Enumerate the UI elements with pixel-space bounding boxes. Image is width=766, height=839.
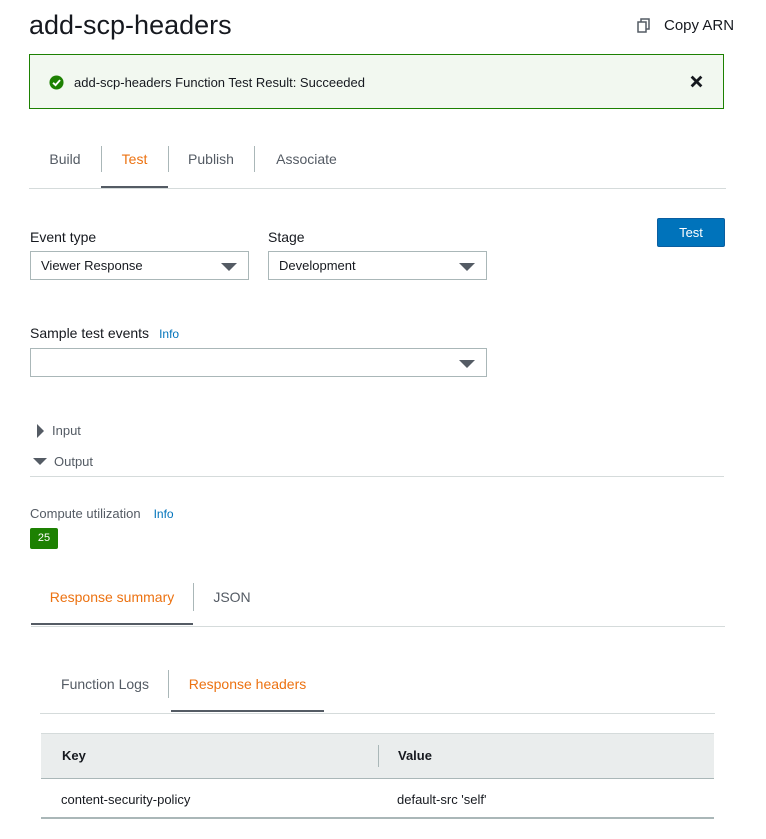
sample-events-label: Sample test events [30,325,150,341]
caret-right-icon [37,423,44,438]
copy-arn-button[interactable]: Copy ARN [636,14,734,36]
caret-down-icon [459,263,475,271]
caret-down-icon [459,360,475,368]
event-type-select[interactable]: Viewer Response [30,251,249,280]
page-title: add-scp-headers [29,10,232,40]
stage-label: Stage [268,229,305,245]
caret-down-icon [221,263,237,271]
compute-info-link[interactable]: Info [154,507,174,521]
test-button[interactable]: Test [657,218,725,247]
copy-icon [637,18,650,33]
output-expander[interactable]: Output [30,453,93,470]
input-expander[interactable]: Input [30,422,81,439]
tab-response-headers[interactable]: Response headers [171,662,324,712]
sample-events-select[interactable] [30,348,487,377]
column-header-value: Value [398,748,432,763]
stage-value: Development [279,258,356,273]
tab-test[interactable]: Test [101,138,168,188]
header-key-cell: content-security-policy [61,792,191,807]
header-value-cell: default-src 'self' [397,792,487,807]
compute-label-row: Compute utilization Info [30,506,174,521]
table-bottom-border [41,817,714,819]
table-row: content-security-policy default-src 'sel… [41,779,714,817]
summary-tabs: Function Logs Response headers [40,662,715,714]
flash-message: add-scp-headers Function Test Result: Su… [74,75,365,90]
tab-response-summary[interactable]: Response summary [31,575,193,625]
result-tabs: Response summary JSON [31,575,725,627]
copy-arn-label: Copy ARN [664,16,735,34]
success-flashbar: add-scp-headers Function Test Result: Su… [29,54,724,109]
sample-events-info-link[interactable]: Info [159,325,179,343]
event-type-label: Event type [30,229,97,245]
stage-select[interactable]: Development [268,251,487,280]
headers-table-header: Key Value [41,733,714,779]
input-label: Input [52,423,81,438]
close-icon[interactable] [690,75,703,93]
compute-utilization-badge: 25 [30,528,58,549]
tab-divider [168,670,169,698]
tab-json[interactable]: JSON [193,575,271,624]
tab-associate[interactable]: Associate [254,138,359,187]
event-type-value: Viewer Response [41,258,143,273]
tab-publish[interactable]: Publish [168,138,254,187]
column-header-key: Key [62,748,86,763]
sample-events-label-row: Sample test events Info [30,324,179,343]
tab-function-logs[interactable]: Function Logs [40,662,170,711]
column-divider [378,745,379,767]
tab-build[interactable]: Build [29,138,101,187]
output-label: Output [54,454,94,469]
function-tabs: Build Test Publish Associate [29,138,726,189]
output-divider [30,476,724,477]
caret-down-icon [33,458,47,465]
check-circle-icon [49,75,64,95]
compute-label: Compute utilization [30,506,141,521]
